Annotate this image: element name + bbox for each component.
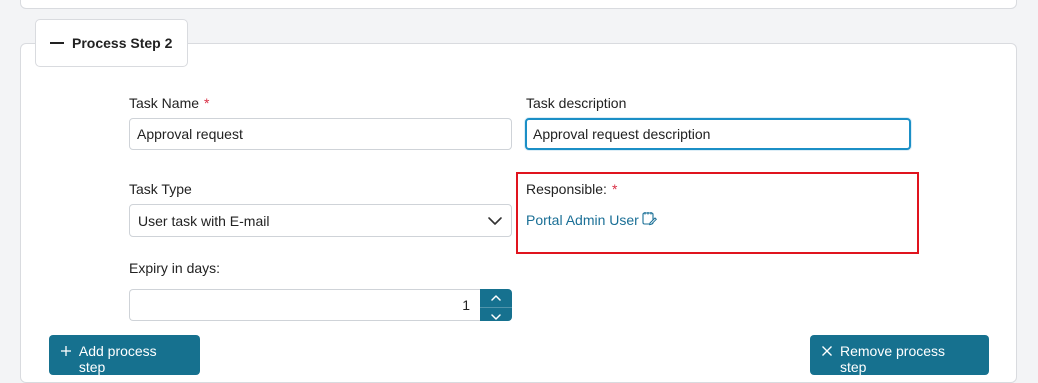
plus-icon <box>59 344 73 358</box>
process-step-title: Process Step 2 <box>72 35 173 51</box>
task-type-select[interactable]: User task with E-mail <box>129 204 512 237</box>
expiry-stepper <box>480 289 512 321</box>
remove-process-step-label: Remove process step <box>839 343 946 375</box>
minus-icon[interactable] <box>50 42 64 44</box>
process-step-header[interactable]: Process Step 2 <box>35 19 188 67</box>
task-name-label: Task Name * <box>129 95 209 111</box>
responsible-label: Responsible: * <box>526 181 617 197</box>
expiry-input[interactable] <box>129 289 480 321</box>
expiry-number-field <box>129 289 512 321</box>
chevron-up-icon <box>491 289 501 307</box>
expiry-label: Expiry in days: <box>129 260 221 276</box>
responsible-user-name[interactable]: Portal Admin User <box>526 212 639 228</box>
chevron-down-icon <box>487 213 503 229</box>
task-name-label-text: Task Name <box>129 95 200 111</box>
task-name-input[interactable] <box>129 118 512 150</box>
task-description-input[interactable] <box>525 118 911 150</box>
previous-step-panel <box>20 0 1017 9</box>
stepper-down-button[interactable] <box>480 307 512 326</box>
task-type-label: Task Type <box>129 181 192 197</box>
stepper-up-button[interactable] <box>480 289 512 307</box>
responsible-user-link[interactable]: Portal Admin User <box>526 211 657 228</box>
remove-process-step-button[interactable]: Remove process step <box>810 335 989 375</box>
close-icon <box>820 344 834 358</box>
task-type-value: User task with E-mail <box>138 212 270 229</box>
chevron-down-icon <box>491 308 501 326</box>
add-process-step-button[interactable]: Add process step <box>49 335 200 375</box>
task-description-label: Task description <box>526 95 627 111</box>
responsible-label-text: Responsible: <box>526 181 607 197</box>
required-marker: * <box>611 181 618 197</box>
required-marker: * <box>204 95 210 111</box>
edit-icon[interactable] <box>642 211 657 226</box>
add-process-step-label: Add process step <box>78 343 157 375</box>
